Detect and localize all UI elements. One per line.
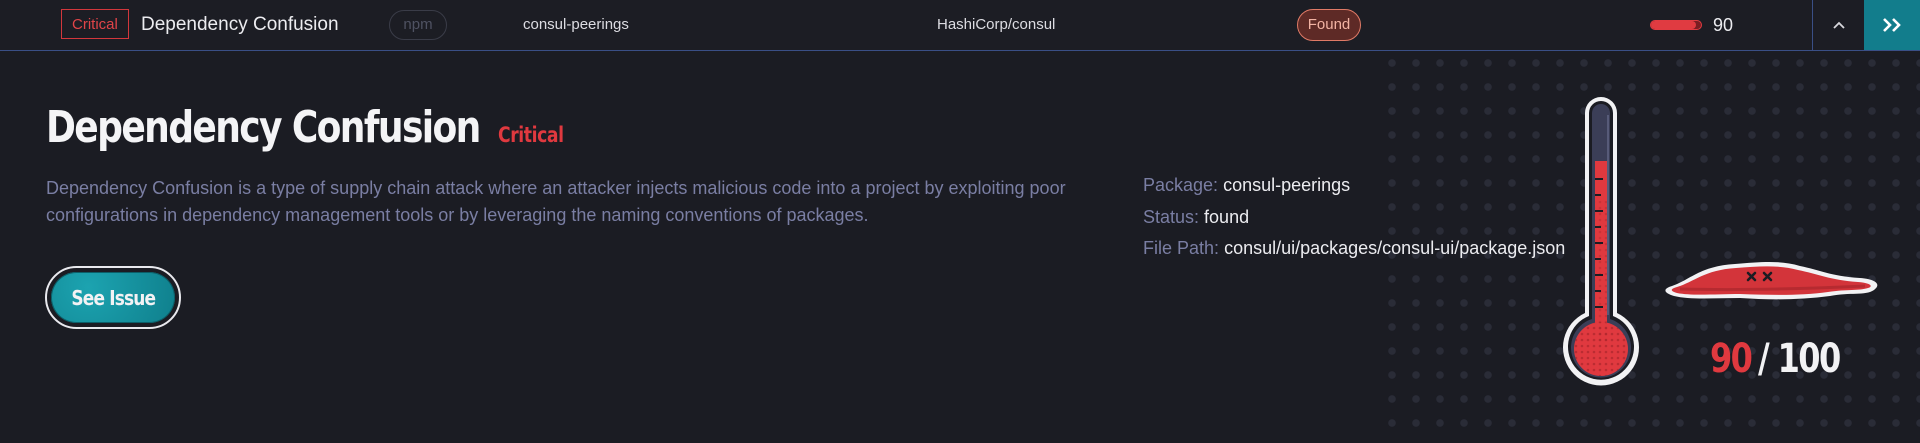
package-label: Package: (1143, 175, 1219, 195)
see-issue-button-face: See Issue (51, 272, 175, 323)
score-big-value: 90 (1710, 336, 1753, 382)
collapse-button[interactable] (1812, 0, 1864, 50)
score-display: 90/ 100 (1710, 336, 1860, 382)
score-bar (1650, 20, 1702, 30)
status-meta: Status: found (1143, 207, 1249, 228)
thermometer-icon (1563, 97, 1639, 386)
status-badge: Found (1297, 9, 1361, 41)
severity-badge: Critical (61, 9, 129, 39)
melted-blob-icon (1665, 262, 1878, 300)
double-chevron-right-icon (1883, 18, 1901, 32)
chevron-up-icon (1832, 21, 1845, 29)
package-meta: Package: consul-peerings (1143, 175, 1350, 196)
issue-title: Dependency Confusion (141, 14, 339, 35)
ecosystem-pill: npm (389, 10, 447, 40)
score-bar-fill (1651, 21, 1696, 29)
repository-name: HashiCorp/consul (937, 16, 1056, 33)
expand-button[interactable] (1864, 0, 1920, 50)
see-issue-label: See Issue (71, 285, 156, 310)
detail-severity: Critical (498, 123, 565, 147)
file-path-label: File Path: (1143, 238, 1220, 258)
issue-row[interactable]: Critical Dependency Confusion npm consul… (0, 0, 1920, 51)
file-path-meta: File Path: consul/ui/packages/consul-ui/… (1143, 238, 1565, 259)
detail-heading: Dependency Confusion Critical (46, 102, 579, 153)
score-value: 90 (1713, 15, 1734, 35)
status-label: Status: (1143, 207, 1200, 227)
detail-title: Dependency Confusion (46, 102, 481, 153)
see-issue-button[interactable]: See Issue (45, 266, 181, 329)
status-value: found (1204, 207, 1250, 227)
issue-description: Dependency Confusion is a type of supply… (46, 178, 1066, 225)
package-name: consul-peerings (523, 16, 629, 33)
package-value: consul-peerings (1223, 175, 1351, 195)
score-big-max: / 100 (1757, 336, 1841, 382)
file-path-value: consul/ui/packages/consul-ui/package.jso… (1224, 238, 1566, 258)
issue-detail-panel: Dependency Confusion Critical Dependency… (0, 51, 1920, 443)
